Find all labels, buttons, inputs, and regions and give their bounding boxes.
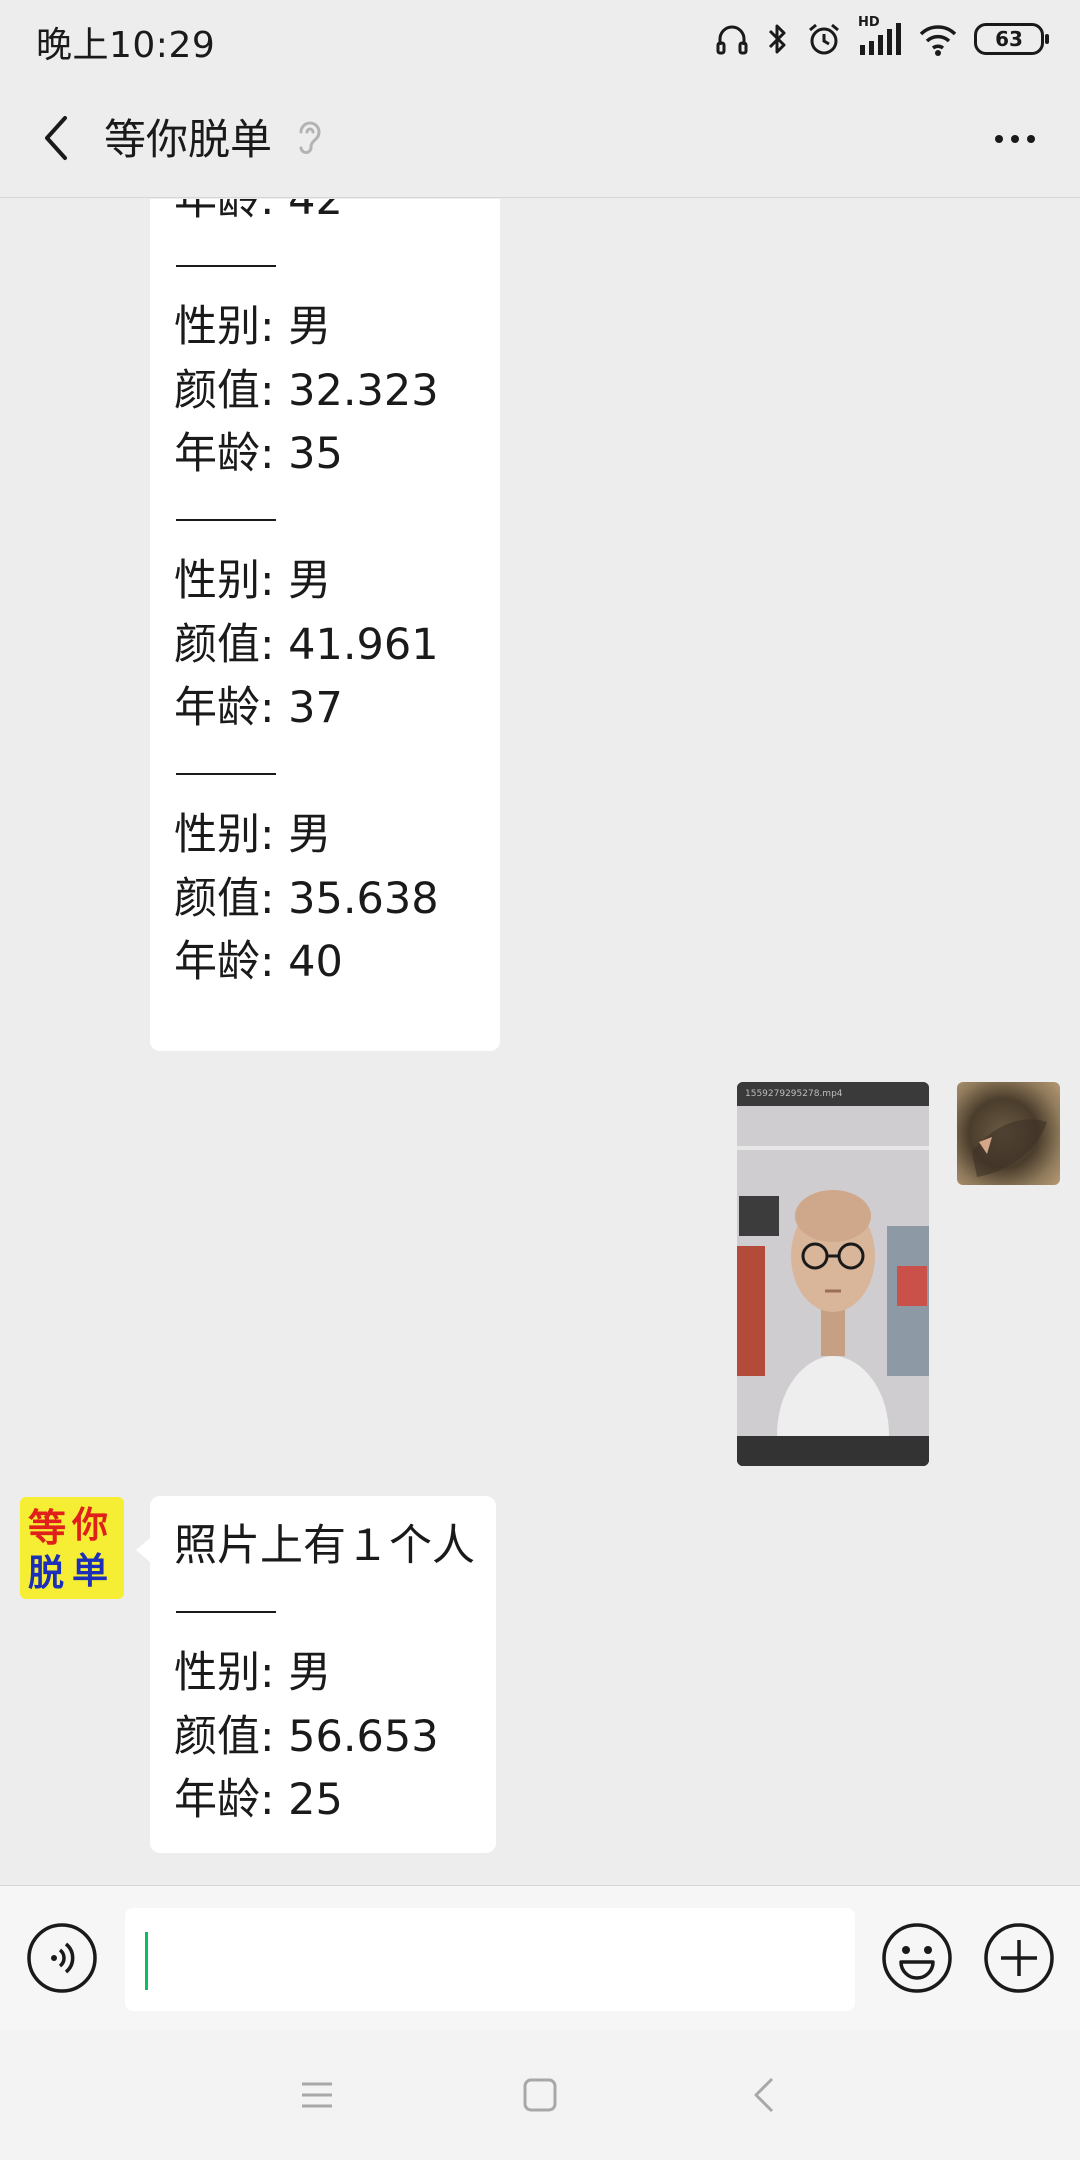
user-avatar[interactable] (957, 1082, 1060, 1185)
plus-button[interactable] (983, 1922, 1055, 1994)
status-icons: HD 63 (714, 15, 1049, 60)
more-button[interactable] (980, 114, 1050, 164)
message-separator (174, 741, 476, 805)
chat-title: 等你脱单 (104, 115, 273, 164)
message-line: 颜值: 56.653 (174, 1711, 439, 1762)
message-line: 性别: 男 (174, 556, 332, 606)
message-line: 年龄: 35 (174, 429, 343, 479)
more-icon-dot (1011, 135, 1019, 143)
bluetooth-icon (766, 21, 790, 57)
message-line: 性别: 男 (174, 302, 332, 352)
message-line: 颜值: 41.961 (174, 619, 439, 670)
bot-avatar-image: 等 你 脱 单 (28, 1505, 108, 1594)
voice-icon (27, 1923, 97, 1993)
system-nav-bar (0, 2030, 1080, 2160)
message-line: 年龄: 37 (174, 683, 343, 733)
user-avatar-image (972, 1119, 1047, 1177)
input-bar (0, 1885, 1080, 2030)
battery-icon: 63 (974, 23, 1049, 55)
chevron-left-icon (45, 116, 67, 160)
video-thumbnail (737, 1106, 929, 1436)
message-line: 颜值: 32.323 (174, 365, 439, 416)
battery-level: 63 (995, 27, 1023, 51)
status-time: 晚上10:29 (36, 25, 216, 66)
message-line: 性别: 男 (174, 1648, 332, 1698)
back-button[interactable] (26, 108, 86, 168)
message-line: 照片上有１个人 (174, 1521, 475, 1571)
headphones-icon (714, 21, 750, 57)
avatar-char: 等 (28, 1506, 66, 1550)
bot-avatar[interactable]: 等 你 脱 单 (20, 1497, 124, 1599)
message-bubble-bot[interactable]: 年龄: 42 性别: 男 颜值: 32.323 年龄: 35 性别: 男 颜值:… (150, 199, 500, 1051)
message-line: 年龄: 25 (174, 1775, 343, 1825)
video-message[interactable]: 1559279295278.mp4 (737, 1082, 929, 1466)
menu-icon[interactable] (300, 2080, 334, 2114)
message-line: 颜值: 35.638 (174, 873, 439, 924)
text-caret (145, 1932, 148, 1990)
message-separator (174, 233, 476, 297)
voice-button[interactable] (26, 1922, 98, 1994)
message-separator (174, 487, 476, 551)
video-controls (737, 1436, 929, 1466)
chat-area[interactable]: 年龄: 42 性别: 男 颜值: 32.323 年龄: 35 性别: 男 颜值:… (0, 199, 1080, 1885)
chat-header: 等你脱单 (0, 78, 1080, 198)
message-line: 年龄: 40 (174, 937, 343, 987)
network-label: HD (858, 15, 880, 30)
alarm-icon (806, 21, 842, 57)
avatar-char: 你 (71, 1505, 108, 1546)
more-icon-dot (1027, 135, 1035, 143)
message-line: 年龄: 42 (174, 199, 343, 225)
message-line: 性别: 男 (174, 810, 332, 860)
video-filename: 1559279295278.mp4 (737, 1082, 929, 1106)
back-icon[interactable] (752, 2076, 776, 2118)
wifi-icon (918, 21, 958, 57)
avatar-char: 单 (72, 1551, 108, 1592)
ear-icon (296, 118, 322, 160)
person-portrait-image (737, 1106, 929, 1436)
message-input[interactable] (125, 1908, 855, 2011)
message-separator (174, 1579, 472, 1643)
home-icon[interactable] (523, 2078, 557, 2116)
emoji-icon (882, 1923, 952, 1993)
signal-icon: HD (858, 15, 902, 57)
avatar-char: 脱 (28, 1553, 64, 1594)
more-icon-dot (995, 135, 1003, 143)
plus-icon (984, 1923, 1054, 1993)
status-bar: 晚上10:29 HD 63 (0, 0, 1080, 78)
emoji-button[interactable] (881, 1922, 953, 1994)
message-bubble-bot[interactable]: 照片上有１个人 性别: 男 颜值: 56.653 年龄: 25 (136, 1496, 496, 1853)
